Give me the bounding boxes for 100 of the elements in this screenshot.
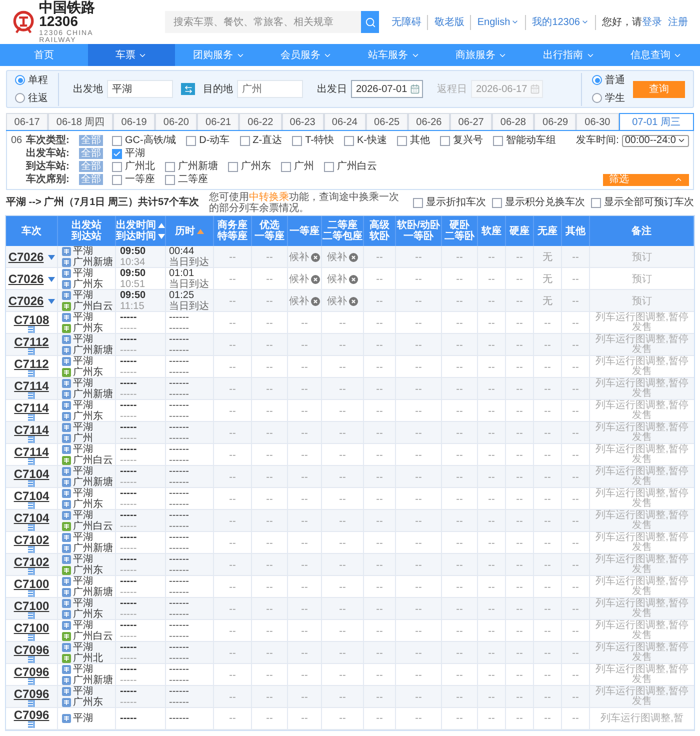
train-number-link[interactable]: C7096 [14,709,50,721]
train-number-link[interactable]: C7100 [14,622,50,634]
date-tab[interactable]: 06-24 [324,113,366,130]
checkbox[interactable] [228,162,238,172]
close-circle-icon[interactable] [311,296,320,306]
sort-down-icon[interactable] [158,234,165,239]
calendar-icon[interactable] [410,84,420,94]
close-circle-icon[interactable] [349,252,358,262]
train-number-link[interactable]: C7104 [14,512,50,524]
stopover-icon[interactable] [28,634,36,640]
checkbox[interactable] [324,162,334,172]
date-tab[interactable]: 06-22 [239,113,282,130]
stopover-icon[interactable] [28,370,36,376]
login-link[interactable]: 登录 [642,14,662,30]
train-number-link[interactable]: C7100 [14,578,50,590]
train-number-link[interactable]: C7026 [8,273,44,285]
date-tab[interactable]: 07-01 周三 [618,113,694,130]
header-link[interactable]: 敬老版 [434,14,464,30]
search-button[interactable] [361,11,380,33]
register-link[interactable]: 注册 [668,14,688,30]
header-link[interactable]: 无障碍 [391,14,422,30]
checkbox[interactable] [344,136,354,146]
date-tab[interactable]: 06-26 [408,113,450,130]
train-number-link[interactable]: C7026 [8,251,44,263]
checkbox[interactable] [165,174,175,184]
date-tab[interactable]: 06-21 [197,113,240,130]
stopover-icon[interactable] [28,568,36,574]
train-number-link[interactable]: C7108 [14,314,50,326]
checkbox[interactable] [281,162,291,172]
train-number-link[interactable]: C7096 [14,666,50,678]
radio-button[interactable] [15,75,25,85]
close-circle-icon[interactable] [311,274,320,284]
date-tab[interactable]: 06-17 [6,113,48,130]
time-select[interactable]: 00:00--24:0 [622,134,689,146]
checkbox[interactable] [591,198,601,208]
date-tab[interactable]: 06-25 [366,113,408,130]
date-field[interactable]: 2026-07-01 [351,80,423,98]
search-field[interactable]: 搜索车票、餐饮、常旅客、相关规章 [165,11,362,33]
date-tab[interactable]: 06-18 周四 [48,113,114,130]
stopover-icon[interactable] [28,348,36,354]
radio-button[interactable] [592,93,602,103]
close-circle-icon[interactable] [349,296,358,306]
train-number-link[interactable]: C7026 [8,295,44,307]
caret-down-icon[interactable] [48,276,55,282]
train-number-link[interactable]: C7114 [14,380,49,392]
header-link[interactable]: English [477,14,510,30]
train-number-link[interactable]: C7096 [14,644,50,656]
stopover-icon[interactable] [28,678,36,684]
stopover-icon[interactable] [28,502,36,508]
checkbox[interactable] [112,136,122,146]
train-number-link[interactable]: C7102 [14,534,50,546]
checkbox[interactable] [493,136,504,146]
train-number-link[interactable]: C7112 [14,336,49,348]
train-number-link[interactable]: C7112 [14,358,49,370]
nav-tab[interactable]: 车票 [88,44,175,66]
stopover-icon[interactable] [28,392,36,398]
caret-down-icon[interactable] [48,254,55,260]
close-circle-icon[interactable] [349,274,358,284]
radio-button[interactable] [15,93,25,103]
checkbox[interactable] [292,136,302,146]
stopover-icon[interactable] [28,480,36,486]
date-tab[interactable]: 06-30 [576,113,619,130]
checkbox[interactable] [112,174,122,184]
stopover-icon[interactable] [28,546,36,552]
checkbox[interactable] [240,136,250,146]
checkbox[interactable] [492,198,502,208]
train-number-link[interactable]: C7096 [14,688,50,700]
checkbox[interactable] [112,148,122,158]
train-number-link[interactable]: C7104 [14,468,50,480]
caret-down-icon[interactable] [48,298,55,304]
train-number-link[interactable]: C7104 [14,490,50,502]
destination-field[interactable]: 广州 [237,80,303,98]
train-number-link[interactable]: C7102 [14,556,50,568]
checkbox[interactable] [112,162,122,172]
stopover-icon[interactable] [28,524,36,530]
origin-field[interactable]: 平湖 [107,80,173,98]
close-circle-icon[interactable] [311,252,320,262]
train-number-link[interactable]: C7114 [14,446,49,458]
sort-up-icon[interactable] [158,223,165,228]
stopover-icon[interactable] [28,414,36,420]
date-tab[interactable]: 06-19 [113,113,156,130]
date-tab[interactable]: 06-29 [534,113,576,130]
stopover-icon[interactable] [28,436,36,442]
date-tab[interactable]: 06-28 [492,113,534,130]
radio-button[interactable] [592,75,602,85]
train-number-link[interactable]: C7114 [14,424,49,436]
date-tab[interactable]: 06-27 [450,113,492,130]
checkbox[interactable] [186,136,196,146]
date-tab[interactable]: 06-20 [155,113,198,130]
stopover-icon[interactable] [28,590,36,596]
checkbox[interactable] [165,162,175,172]
header-link[interactable]: 我的12306 [532,14,580,30]
stopover-icon[interactable] [28,326,36,332]
swap-button[interactable] [181,83,195,95]
train-number-link[interactable]: C7100 [14,600,50,612]
checkbox[interactable] [440,136,450,146]
checkbox[interactable] [413,198,423,208]
stopover-icon[interactable] [28,458,36,464]
stopover-icon[interactable] [28,700,36,706]
train-number-link[interactable]: C7114 [14,402,49,414]
